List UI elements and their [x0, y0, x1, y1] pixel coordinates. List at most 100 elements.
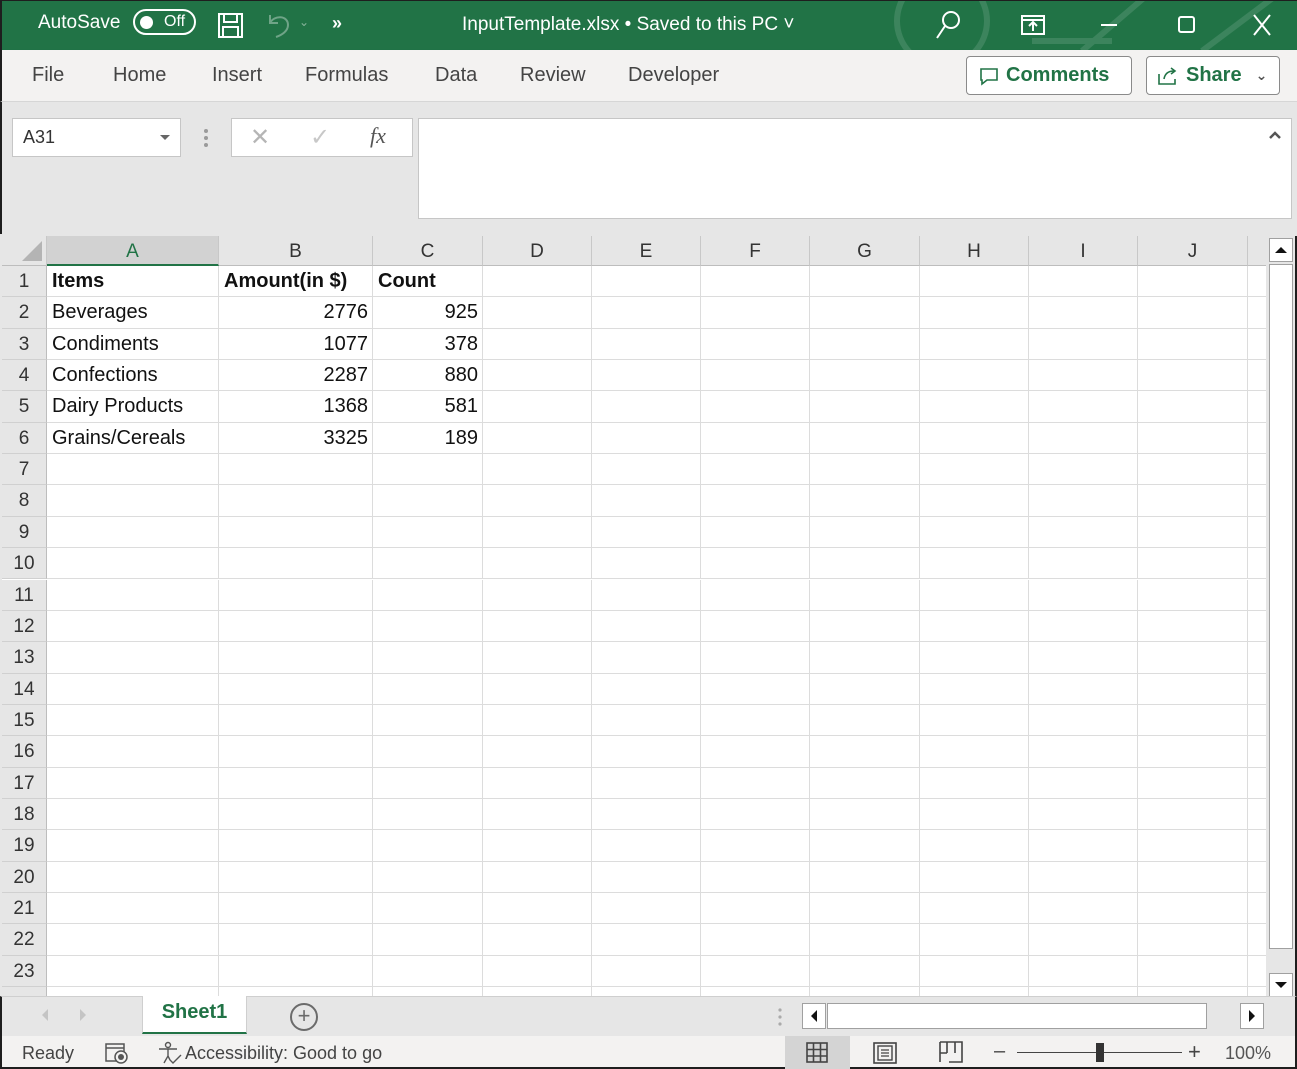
cell-f2[interactable]: [701, 297, 810, 329]
cell-d23[interactable]: [483, 955, 592, 988]
cell-b7[interactable]: [219, 454, 373, 486]
cell-k3[interactable]: [1248, 329, 1266, 361]
row-header-10[interactable]: 10: [2, 548, 47, 580]
share-dropdown-icon[interactable]: ⌄: [1256, 67, 1268, 84]
cell-b3[interactable]: 1077: [219, 328, 373, 361]
cell-c16[interactable]: [373, 736, 483, 768]
more-commands-icon[interactable]: »: [332, 13, 342, 34]
cell-g18[interactable]: [810, 798, 920, 831]
comments-button[interactable]: Comments: [966, 56, 1132, 95]
cell-j17[interactable]: [1138, 767, 1248, 799]
cell-a1[interactable]: Items: [47, 266, 219, 298]
cell-f12[interactable]: [701, 610, 810, 643]
cell-i14[interactable]: [1029, 673, 1138, 705]
cell-a24[interactable]: [47, 987, 219, 996]
row-header-3[interactable]: 3: [2, 328, 47, 361]
cell-a3[interactable]: Condiments: [47, 328, 219, 361]
cell-e9[interactable]: [592, 516, 701, 549]
cell-f15[interactable]: [701, 704, 810, 737]
row-header-14[interactable]: 14: [2, 673, 47, 705]
cell-c19[interactable]: [373, 830, 483, 862]
cell-h5[interactable]: [920, 391, 1029, 423]
cell-c20[interactable]: [373, 861, 483, 893]
tab-formulas[interactable]: Formulas: [305, 64, 388, 87]
cell-b4[interactable]: 2287: [219, 360, 373, 392]
cell-c2[interactable]: 925: [373, 297, 483, 329]
cell-b15[interactable]: [219, 704, 373, 737]
cell-h11[interactable]: [920, 579, 1029, 611]
cell-h24[interactable]: [920, 987, 1029, 996]
cell-i23[interactable]: [1029, 955, 1138, 988]
cell-f21[interactable]: [701, 893, 810, 925]
cell-e10[interactable]: [592, 548, 701, 580]
cell-a13[interactable]: [47, 642, 219, 674]
cell-e12[interactable]: [592, 610, 701, 643]
cell-k23[interactable]: [1248, 956, 1266, 988]
cell-e1[interactable]: [592, 266, 701, 298]
cell-g8[interactable]: [810, 485, 920, 517]
cell-b24[interactable]: [219, 987, 373, 996]
cell-g11[interactable]: [810, 579, 920, 611]
row-header-7[interactable]: 7: [2, 454, 47, 486]
cell-a20[interactable]: [47, 861, 219, 893]
collapse-formula-bar-icon[interactable]: [1268, 130, 1282, 140]
cell-k18[interactable]: [1248, 799, 1266, 831]
cell-b10[interactable]: [219, 548, 373, 580]
cell-c22[interactable]: [373, 924, 483, 956]
cell-d2[interactable]: [483, 297, 592, 329]
cell-c24[interactable]: [373, 987, 483, 996]
cell-d20[interactable]: [483, 861, 592, 893]
zoom-out-button[interactable]: –: [994, 1040, 1005, 1063]
cell-d10[interactable]: [483, 548, 592, 580]
close-icon[interactable]: [1246, 9, 1278, 41]
cell-c7[interactable]: [373, 454, 483, 486]
cell-k16[interactable]: [1248, 736, 1266, 768]
cell-h23[interactable]: [920, 955, 1029, 988]
zoom-slider-thumb[interactable]: [1095, 1043, 1104, 1062]
cell-g14[interactable]: [810, 673, 920, 705]
cell-d18[interactable]: [483, 798, 592, 831]
cell-e18[interactable]: [592, 798, 701, 831]
cell-j19[interactable]: [1138, 830, 1248, 862]
cell-k15[interactable]: [1248, 705, 1266, 737]
cell-j10[interactable]: [1138, 548, 1248, 580]
column-header-f[interactable]: F: [701, 236, 810, 266]
macro-recording-icon[interactable]: [104, 1041, 130, 1065]
cell-g17[interactable]: [810, 767, 920, 799]
cell-a11[interactable]: [47, 579, 219, 611]
cell-d19[interactable]: [483, 830, 592, 862]
cell-d15[interactable]: [483, 704, 592, 737]
cell-k9[interactable]: [1248, 517, 1266, 549]
cell-d3[interactable]: [483, 328, 592, 361]
row-header-17[interactable]: 17: [2, 767, 47, 799]
cell-i15[interactable]: [1029, 704, 1138, 737]
cell-k8[interactable]: [1248, 485, 1266, 517]
horizontal-scroll-thumb[interactable]: [827, 1003, 1207, 1029]
cell-e5[interactable]: [592, 391, 701, 423]
row-header-19[interactable]: 19: [2, 830, 47, 862]
cell-i1[interactable]: [1029, 266, 1138, 298]
cell-i10[interactable]: [1029, 548, 1138, 580]
cell-j3[interactable]: [1138, 328, 1248, 361]
accessibility-status[interactable]: Accessibility: Good to go: [185, 1043, 382, 1064]
cell-g19[interactable]: [810, 830, 920, 862]
cell-h14[interactable]: [920, 673, 1029, 705]
cell-b2[interactable]: 2776: [219, 297, 373, 329]
cell-c3[interactable]: 378: [373, 328, 483, 361]
page-break-view-icon[interactable]: [939, 1041, 963, 1063]
cell-c11[interactable]: [373, 579, 483, 611]
cell-f23[interactable]: [701, 955, 810, 988]
vertical-scroll-thumb[interactable]: [1269, 264, 1293, 949]
cell-e16[interactable]: [592, 736, 701, 768]
cell-j13[interactable]: [1138, 642, 1248, 674]
cell-c10[interactable]: [373, 548, 483, 580]
cell-c14[interactable]: [373, 673, 483, 705]
cell-e21[interactable]: [592, 893, 701, 925]
cell-e15[interactable]: [592, 704, 701, 737]
cell-k24[interactable]: [1248, 987, 1266, 996]
cell-b1[interactable]: Amount(in $): [219, 266, 373, 298]
name-box-dropdown-icon[interactable]: [160, 135, 170, 140]
cell-k21[interactable]: [1248, 893, 1266, 925]
cell-b17[interactable]: [219, 767, 373, 799]
cell-i2[interactable]: [1029, 297, 1138, 329]
